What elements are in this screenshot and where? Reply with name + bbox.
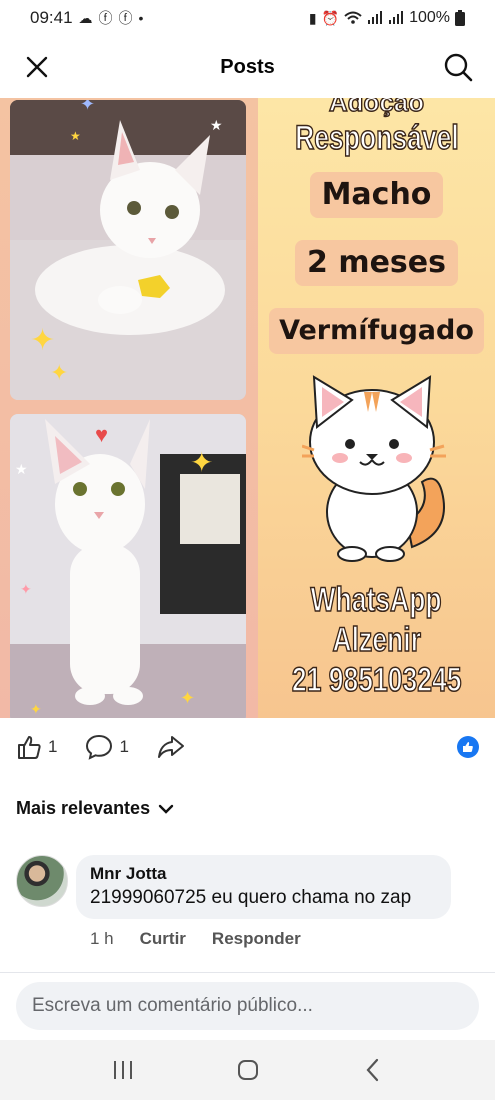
search-icon [444, 53, 473, 82]
svg-text:♥: ♥ [95, 422, 108, 447]
search-button[interactable] [441, 50, 475, 84]
recent-apps-icon [113, 1061, 132, 1079]
svg-text:✦: ✦ [50, 360, 68, 385]
close-button[interactable] [20, 50, 54, 84]
battery-icon [455, 10, 465, 26]
avatar[interactable] [16, 855, 68, 907]
back-icon [366, 1058, 378, 1082]
top-bar: Posts [0, 36, 495, 98]
svg-text:★: ★ [210, 117, 223, 133]
info-tag-sex: Macho [309, 172, 444, 218]
facebook-icon: ⓕ [118, 10, 133, 26]
divider [0, 972, 495, 973]
comment-input[interactable] [32, 995, 463, 1017]
page-title: Posts [220, 55, 275, 78]
status-left: 09:41 ☁ ⓕ ⓕ • [30, 8, 143, 28]
post-actions: 1 1 [0, 724, 495, 770]
recent-apps-button[interactable] [103, 1050, 143, 1090]
comment-text: 21999060725 eu quero chama no zap [90, 887, 412, 908]
svg-text:✦: ✦ [30, 701, 42, 717]
info-tag-age: 2 meses [295, 240, 458, 286]
headline-line2: Responsável [294, 118, 459, 158]
alarm-icon: ⏰ [321, 9, 340, 26]
comment-meta: 1 h Curtir Responder [90, 929, 301, 949]
sort-label: Mais relevantes [16, 798, 151, 818]
contact-line1: WhatsApp [310, 580, 443, 620]
comment-composer[interactable] [16, 982, 479, 1030]
post-image[interactable]: ✦ ✦ ✦ ★ ★ ♥ ✦ ★ ✦ ✦ ✦ Adoção Responsável… [0, 98, 495, 718]
comment-button[interactable]: 1 [85, 734, 129, 760]
comment-reply-button[interactable]: Responder [212, 929, 301, 949]
comment-count: 1 [119, 737, 129, 756]
home-icon [237, 1060, 258, 1080]
status-bar: 09:41 ☁ ⓕ ⓕ • ▮ ⏰ 100% [0, 0, 495, 36]
back-button[interactable] [353, 1050, 393, 1090]
comment-author[interactable]: Mnr Jotta [90, 863, 437, 885]
share-button[interactable] [157, 734, 185, 760]
comment-like-button[interactable]: Curtir [140, 929, 186, 949]
wifi-icon [344, 11, 362, 25]
system-nav-bar [0, 1040, 495, 1100]
kitten-photo: ♥ ✦ ★ ✦ ✦ ✦ [10, 414, 246, 718]
svg-text:★: ★ [70, 129, 81, 143]
svg-text:✦: ✦ [20, 581, 32, 597]
chevron-down-icon [158, 804, 174, 814]
headline-line1: Adoção [328, 98, 425, 118]
thumbs-up-icon [18, 736, 41, 759]
like-reaction-icon[interactable] [457, 736, 479, 758]
signal-icon [388, 11, 404, 25]
battery-saver-icon: ▮ [308, 9, 317, 26]
comment-time: 1 h [90, 929, 114, 948]
share-icon [157, 736, 184, 758]
cloud-icon: ☁ [78, 9, 93, 26]
kitten-photo: ✦ ✦ ✦ ★ ★ [10, 100, 246, 400]
svg-text:★: ★ [15, 461, 28, 477]
contact-line2: Alzenir [332, 620, 422, 660]
svg-text:✦: ✦ [190, 447, 213, 478]
like-count: 1 [48, 737, 58, 756]
dot-icon: • [138, 10, 144, 26]
svg-text:✦: ✦ [180, 688, 195, 708]
svg-text:✦: ✦ [80, 100, 95, 114]
adoption-info-column: Adoção Responsável Macho 2 meses Vermífu… [258, 98, 495, 718]
signal-icon [367, 11, 383, 25]
comment-bubble[interactable]: Mnr Jotta 21999060725 eu quero chama no … [76, 855, 451, 919]
status-right: ▮ ⏰ 100% [309, 9, 465, 27]
home-button[interactable] [228, 1050, 268, 1090]
battery-percent: 100% [409, 9, 450, 26]
comment-icon [86, 734, 113, 760]
cat-illustration [301, 375, 446, 562]
facebook-icon: ⓕ [98, 10, 113, 26]
svg-text:✦: ✦ [30, 324, 55, 357]
like-button[interactable]: 1 [16, 734, 57, 760]
comment-sort-dropdown[interactable]: Mais relevantes [16, 798, 174, 819]
close-icon [26, 56, 48, 78]
info-tag-health: Vermífugado [269, 308, 484, 354]
photo-column: ✦ ✦ ✦ ★ ★ ♥ ✦ ★ ✦ ✦ ✦ [0, 98, 258, 718]
contact-line3: 21 985103245 [291, 660, 462, 700]
status-time: 09:41 [30, 8, 73, 27]
